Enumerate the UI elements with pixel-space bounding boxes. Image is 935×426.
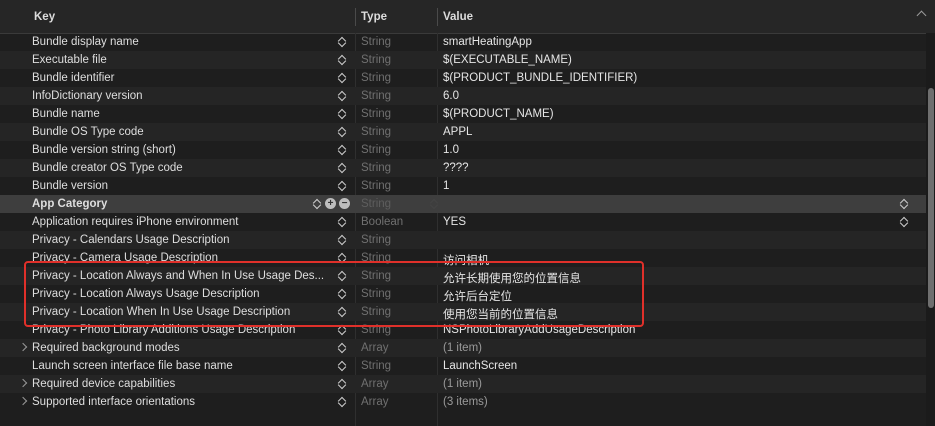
row-key[interactable]: Bundle name (32, 108, 328, 120)
row-value[interactable]: YES (443, 216, 466, 228)
row-value[interactable]: ???? (443, 162, 469, 174)
plist-row[interactable]: Privacy - Calendars Usage Description St… (0, 231, 935, 249)
key-stepper-icon[interactable] (336, 107, 348, 121)
row-type[interactable]: String (361, 90, 391, 102)
disclosure-chevron-icon[interactable] (18, 378, 28, 388)
row-key[interactable]: Required background modes (32, 342, 328, 354)
key-stepper-icon[interactable] (336, 53, 348, 67)
plist-rows: Bundle display name String smartHeatingA… (0, 33, 935, 411)
row-type[interactable]: String (361, 72, 391, 84)
key-stepper-icon[interactable] (336, 377, 348, 391)
row-type[interactable]: Array (361, 378, 388, 390)
row-key[interactable]: Bundle creator OS Type code (32, 162, 328, 174)
row-value[interactable]: $(EXECUTABLE_NAME) (443, 54, 572, 66)
row-type[interactable]: String (361, 360, 391, 372)
type-stepper-icon[interactable] (428, 197, 440, 211)
plist-row[interactable]: Application requires iPhone environment … (0, 213, 935, 231)
key-stepper-icon[interactable] (336, 233, 348, 247)
row-key[interactable]: Bundle version (32, 180, 328, 192)
row-key[interactable]: Launch screen interface file base name (32, 360, 328, 372)
key-stepper-icon[interactable] (336, 125, 348, 139)
row-value: (1 item) (443, 342, 482, 354)
row-value[interactable]: 1 (443, 180, 449, 192)
row-key[interactable]: Application requires iPhone environment (32, 216, 328, 228)
row-type[interactable]: String (361, 180, 391, 192)
key-stepper-icon[interactable] (336, 143, 348, 157)
row-key[interactable]: Required device capabilities (32, 378, 328, 390)
sort-chevron-icon[interactable] (916, 10, 927, 21)
row-key[interactable]: InfoDictionary version (32, 90, 328, 102)
row-key[interactable]: Bundle display name (32, 36, 328, 48)
key-stepper-icon[interactable] (336, 215, 348, 229)
row-type[interactable]: String (361, 54, 391, 66)
add-item-icon[interactable]: + (325, 198, 336, 209)
row-type[interactable]: String (361, 108, 391, 120)
row-value: (3 items) (443, 396, 488, 408)
plist-row[interactable]: Bundle identifier String $(PRODUCT_BUNDL… (0, 69, 935, 87)
row-type[interactable]: String (361, 36, 391, 48)
row-type[interactable]: String (361, 126, 391, 138)
value-popup-chevron-icon[interactable] (898, 197, 910, 211)
plist-row[interactable]: Required device capabilities Array (1 it… (0, 375, 935, 393)
row-key[interactable]: Supported interface orientations (32, 396, 328, 408)
plist-row[interactable]: Supported interface orientations Array (… (0, 393, 935, 411)
row-type[interactable]: String (361, 144, 391, 156)
row-value[interactable]: LaunchScreen (443, 360, 517, 372)
row-type[interactable]: String (361, 234, 391, 246)
row-type[interactable]: String (361, 162, 391, 174)
plist-row[interactable]: Bundle version String 1 (0, 177, 935, 195)
type-column-header[interactable]: Type (361, 11, 387, 23)
row-key[interactable]: Privacy - Calendars Usage Description (32, 234, 328, 246)
row-value[interactable]: 6.0 (443, 90, 459, 102)
plist-row[interactable]: Bundle version string (short) String 1.0 (0, 141, 935, 159)
plist-row[interactable]: Bundle creator OS Type code String ???? (0, 159, 935, 177)
disclosure-chevron-icon[interactable] (18, 396, 28, 406)
key-stepper-icon[interactable] (336, 71, 348, 85)
scrollbar-thumb[interactable] (928, 88, 934, 308)
row-value[interactable]: smartHeatingApp (443, 36, 532, 48)
annotation-highlight-box (24, 261, 644, 327)
row-key[interactable]: Bundle version string (short) (32, 144, 328, 156)
row-type[interactable]: Boolean (361, 216, 403, 228)
row-key[interactable]: Bundle OS Type code (32, 126, 328, 138)
plist-row[interactable]: Bundle display name String smartHeatingA… (0, 33, 935, 51)
plist-row-selected[interactable]: App Category + − String (0, 195, 935, 213)
plist-row[interactable]: Bundle name String $(PRODUCT_NAME) (0, 105, 935, 123)
plist-row[interactable]: InfoDictionary version String 6.0 (0, 87, 935, 105)
value-popup-chevron-icon[interactable] (898, 215, 910, 229)
row-value[interactable]: $(PRODUCT_NAME) (443, 108, 554, 120)
key-stepper-icon[interactable] (336, 341, 348, 355)
row-key[interactable]: App Category (32, 198, 328, 210)
key-stepper-icon[interactable] (336, 35, 348, 49)
row-value[interactable]: $(PRODUCT_BUNDLE_IDENTIFIER) (443, 72, 637, 84)
row-type[interactable]: Array (361, 342, 388, 354)
key-stepper-icon[interactable] (336, 179, 348, 193)
row-key[interactable]: Executable file (32, 54, 328, 66)
key-stepper-icon[interactable] (311, 197, 323, 211)
plist-row[interactable]: Bundle OS Type code String APPL (0, 123, 935, 141)
key-stepper-icon[interactable] (336, 395, 348, 409)
plist-row[interactable]: Executable file String $(EXECUTABLE_NAME… (0, 51, 935, 69)
plist-header: Key Type Value (0, 0, 935, 34)
key-column-header[interactable]: Key (34, 11, 55, 23)
column-divider[interactable] (437, 8, 438, 26)
key-stepper-icon[interactable] (336, 359, 348, 373)
column-divider[interactable] (355, 8, 356, 26)
row-type[interactable]: String (361, 198, 391, 210)
remove-item-icon[interactable]: − (339, 198, 350, 209)
disclosure-chevron-icon[interactable] (18, 342, 28, 352)
plist-row[interactable]: Launch screen interface file base name S… (0, 357, 935, 375)
plist-row[interactable]: Required background modes Array (1 item) (0, 339, 935, 357)
row-type[interactable]: Array (361, 396, 388, 408)
row-value[interactable]: 1.0 (443, 144, 459, 156)
row-value: (1 item) (443, 378, 482, 390)
key-stepper-icon[interactable] (336, 161, 348, 175)
value-column-header[interactable]: Value (443, 11, 473, 23)
row-value[interactable]: APPL (443, 126, 472, 138)
key-stepper-icon[interactable] (336, 89, 348, 103)
row-key[interactable]: Bundle identifier (32, 72, 328, 84)
